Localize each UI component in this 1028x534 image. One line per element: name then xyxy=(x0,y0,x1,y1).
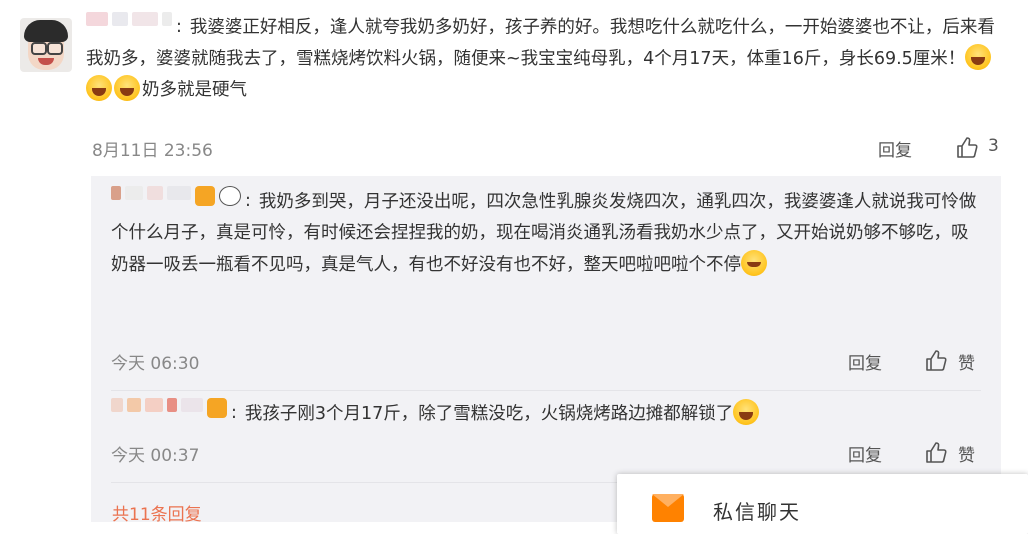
comment-text-tail: 奶多就是硬气 xyxy=(142,79,247,100)
private-chat-label: 私信聊天 xyxy=(713,500,801,524)
comment-text: 我婆婆正好相反，逢人就夸我奶多奶好，孩子养的好。我想吃什么就吃什么，一开始婆婆也… xyxy=(86,17,995,69)
envelope-icon xyxy=(652,494,684,522)
reply-item: : 我孩子刚3个月17斤，除了雪糕没吃，火锅烧烤路边摊都解锁了 xyxy=(111,398,981,430)
thumbs-up-icon[interactable] xyxy=(955,136,979,160)
blurred-username[interactable]: : xyxy=(111,186,251,218)
like-button[interactable]: 赞 xyxy=(958,349,975,374)
main-comment: : 我婆婆正好相反，逢人就夸我奶多奶好，孩子养的好。我想吃什么就吃什么，一开始婆… xyxy=(86,12,1004,106)
like-count: 3 xyxy=(988,136,999,156)
vip-badge-icon xyxy=(195,186,215,206)
reply-divider xyxy=(111,390,981,391)
panda-emoji-icon xyxy=(219,186,241,206)
laugh-cry-emoji-icon xyxy=(733,398,760,425)
reply-button[interactable]: 回复 xyxy=(848,349,882,374)
blurred-username[interactable]: : xyxy=(111,398,237,430)
avatar-glasses xyxy=(47,42,63,55)
grin-emoji-icon xyxy=(86,74,112,101)
avatar-glasses xyxy=(31,42,47,55)
reply-item: : 我奶多到哭，月子还没出呢，四次急性乳腺炎发烧四次，通乳四次，我婆婆逢人就说我… xyxy=(111,186,981,281)
sunglasses-emoji-icon xyxy=(741,249,767,276)
thumbs-up-icon[interactable] xyxy=(924,349,948,373)
reply-thread: : 我奶多到哭，月子还没出呢，四次急性乳腺炎发烧四次，通乳四次，我婆婆逢人就说我… xyxy=(91,176,1001,522)
reply-timestamp: 今天 00:37 xyxy=(111,446,200,466)
private-chat-widget[interactable]: 私信聊天 xyxy=(617,474,1028,534)
avatar-hair xyxy=(24,20,68,42)
comment-timestamp: 8月11日 23:56 xyxy=(92,141,213,161)
reply-timestamp: 今天 06:30 xyxy=(111,354,200,374)
reply-button[interactable]: 回复 xyxy=(878,136,912,161)
grin-emoji-icon xyxy=(114,74,140,101)
reply-button[interactable]: 回复 xyxy=(848,441,882,466)
user-avatar[interactable] xyxy=(20,18,72,72)
view-all-replies-link[interactable]: 共11条回复 xyxy=(112,500,202,525)
reply-text: 我孩子刚3个月17斤，除了雪糕没吃，火锅烧烤路边摊都解锁了 xyxy=(244,403,734,424)
grin-emoji-icon xyxy=(965,43,992,70)
like-button[interactable]: 赞 xyxy=(958,441,975,466)
vip-badge-icon xyxy=(207,398,227,418)
thumbs-up-icon[interactable] xyxy=(924,441,948,465)
blurred-username[interactable]: : xyxy=(86,12,182,43)
